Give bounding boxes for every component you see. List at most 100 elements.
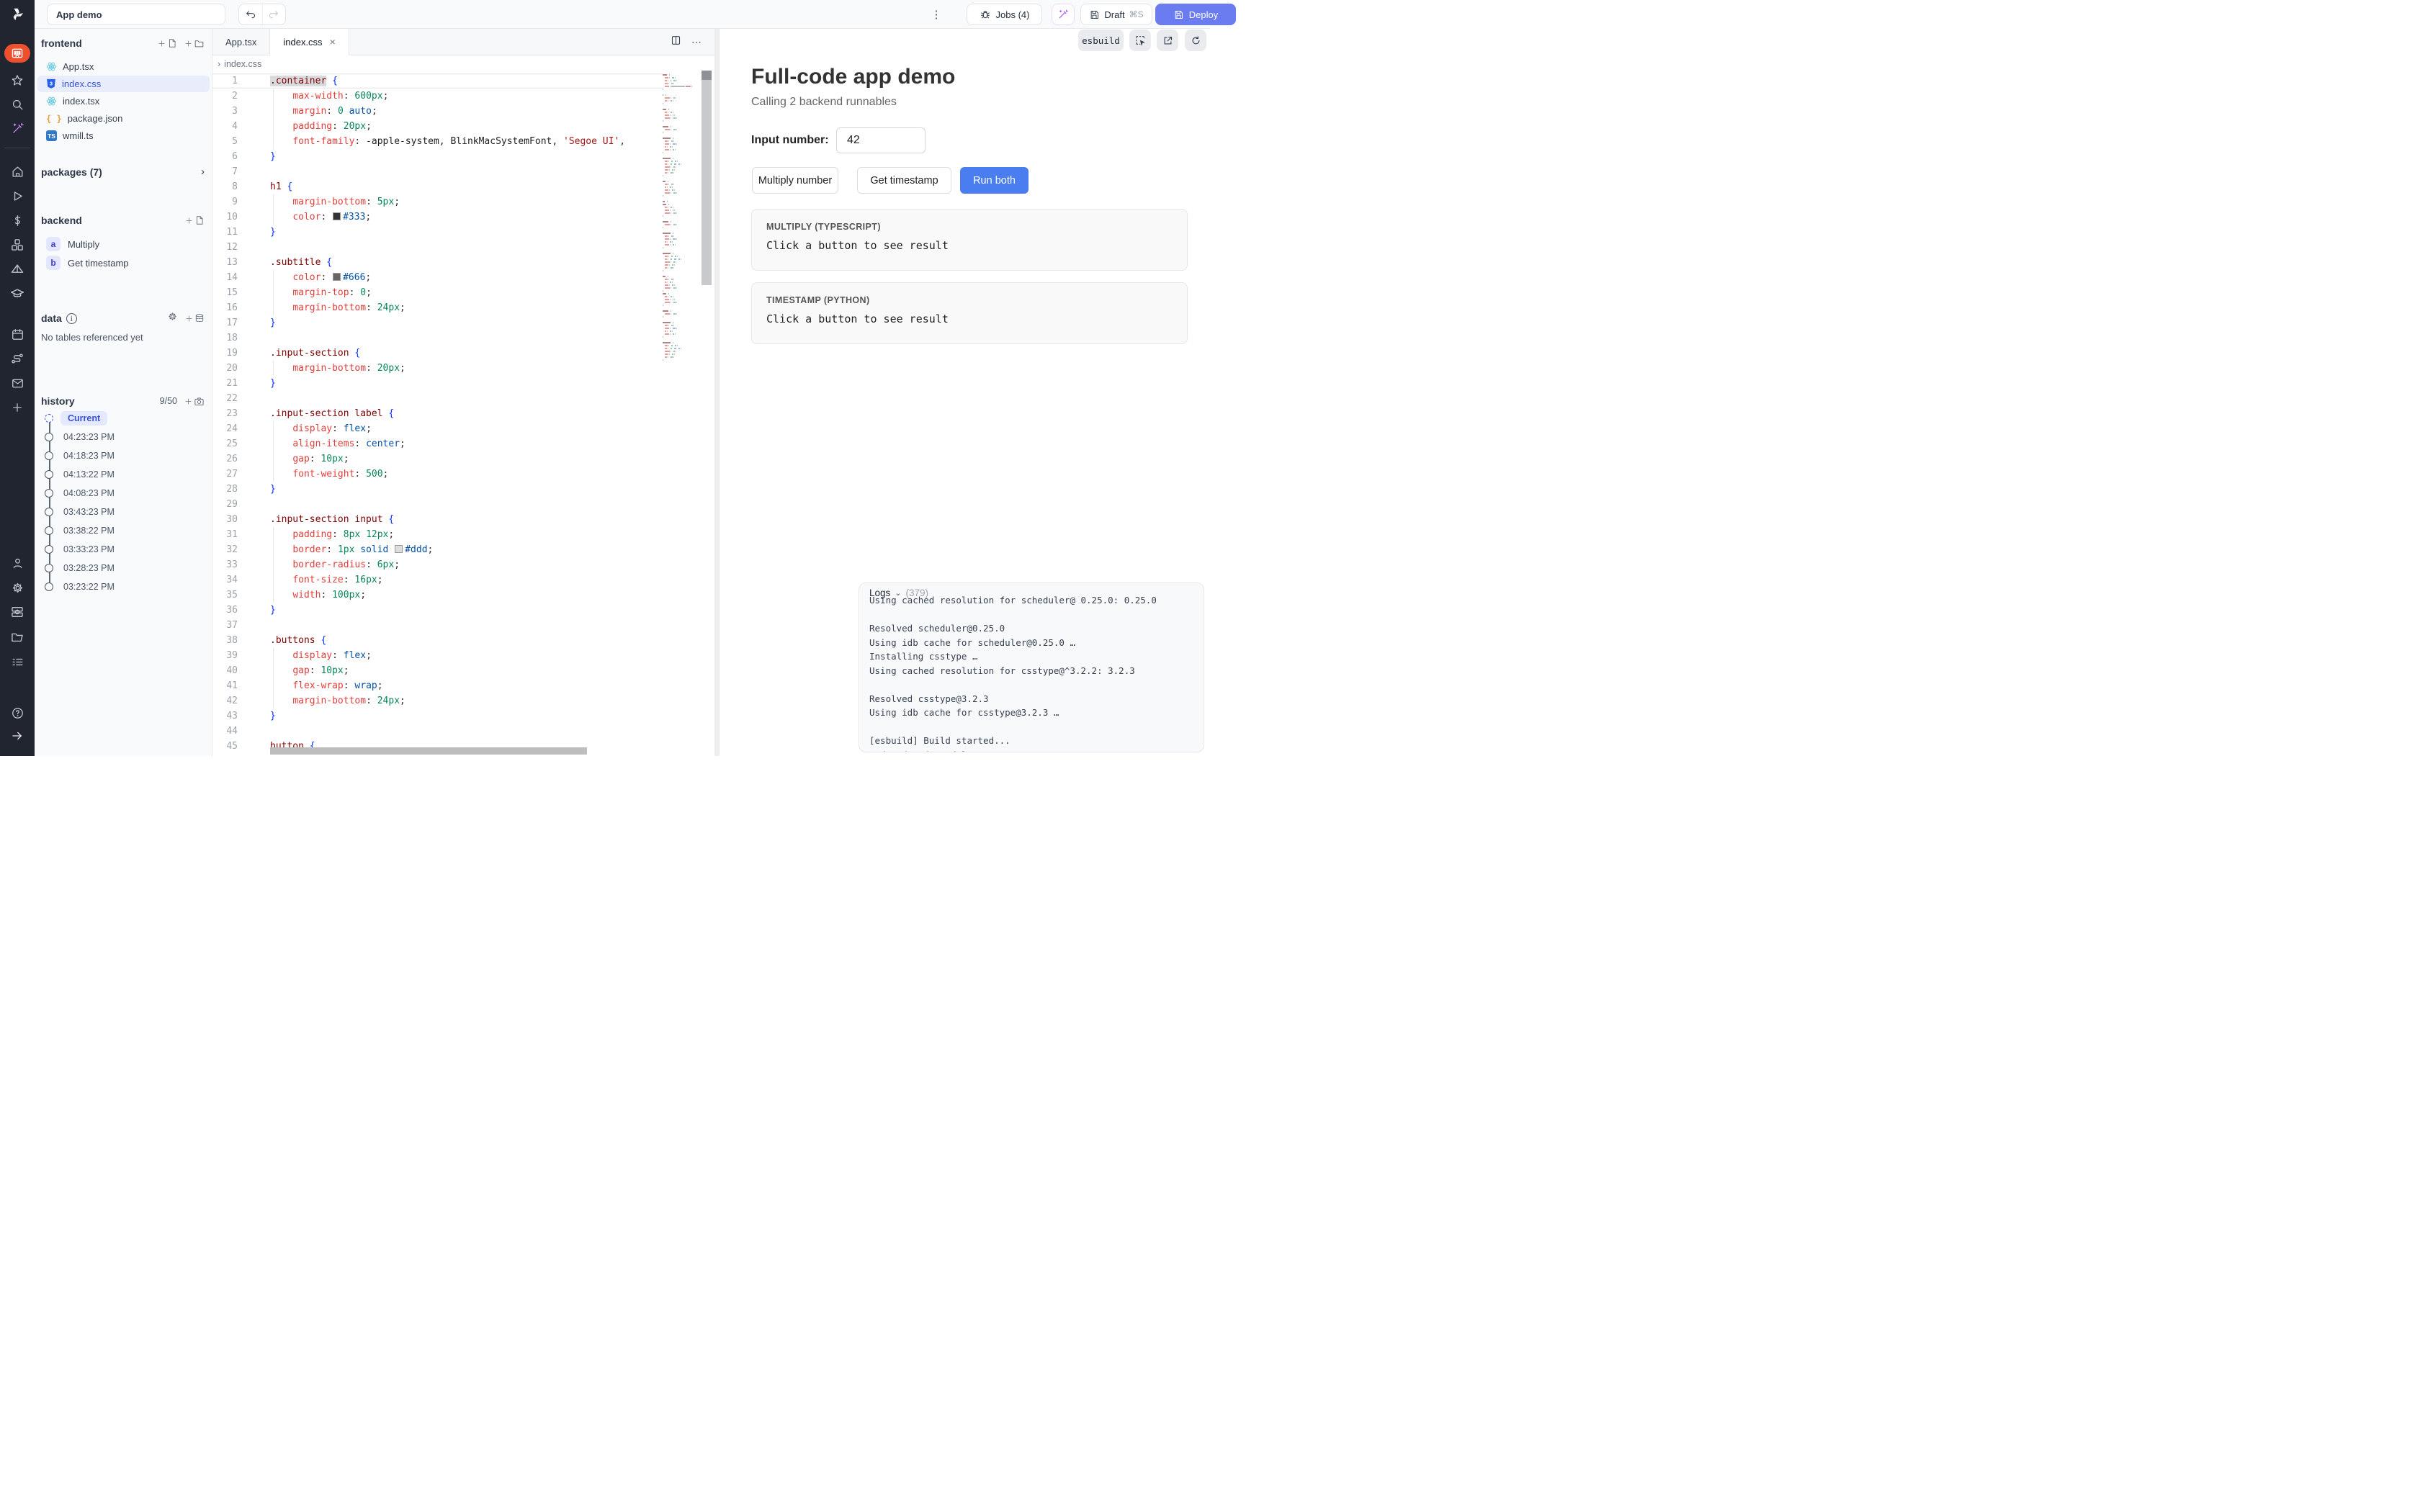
tab-app-tsx[interactable]: App.tsx bbox=[212, 29, 269, 55]
expand-arrow-icon[interactable] bbox=[0, 727, 35, 744]
data-empty-text: No tables referenced yet bbox=[41, 332, 143, 343]
file-item-package.json[interactable]: { }package.json bbox=[37, 110, 210, 127]
app-editor-active-icon[interactable] bbox=[0, 45, 35, 62]
file-item-wmill.ts[interactable]: TSwmill.ts bbox=[37, 127, 210, 144]
settings-gear-icon[interactable] bbox=[0, 579, 35, 596]
history-entry[interactable]: 03:38:22 PM bbox=[63, 526, 115, 536]
history-current-pill[interactable]: Current bbox=[60, 411, 107, 426]
more-menu-icon[interactable]: ⋮ bbox=[929, 4, 944, 25]
ai-assistant-button[interactable] bbox=[1052, 4, 1075, 25]
history-entry[interactable]: 04:18:23 PM bbox=[63, 451, 115, 461]
draft-save-button[interactable]: Draft⌘S bbox=[1080, 4, 1152, 25]
minimap[interactable] bbox=[663, 73, 700, 390]
history-node-current-icon[interactable] bbox=[45, 414, 53, 423]
run-both-button[interactable]: Run both bbox=[960, 167, 1028, 194]
windmill-logo-icon[interactable] bbox=[0, 6, 35, 23]
inspect-select-icon[interactable] bbox=[1129, 30, 1151, 51]
code-line: 16 margin-bottom: 24px; bbox=[212, 300, 663, 315]
history-entry[interactable]: 03:43:23 PM bbox=[63, 507, 115, 517]
history-node-icon[interactable] bbox=[45, 433, 53, 441]
add-runnable-button[interactable] bbox=[185, 215, 205, 225]
breadcrumb[interactable]: ›index.css bbox=[218, 55, 261, 72]
history-entry[interactable]: 03:28:23 PM bbox=[63, 563, 115, 573]
deploy-button[interactable]: Deploy bbox=[1155, 4, 1236, 25]
redo-button[interactable] bbox=[262, 4, 285, 24]
history-node-icon[interactable] bbox=[45, 545, 53, 554]
packages-section-header[interactable]: packages (7) › bbox=[41, 166, 205, 178]
close-tab-icon[interactable]: × bbox=[330, 36, 336, 48]
input-number-field[interactable] bbox=[836, 127, 926, 153]
chevron-right-icon[interactable]: › bbox=[201, 166, 205, 178]
learn-cap-icon[interactable] bbox=[0, 285, 35, 302]
pane-splitter[interactable] bbox=[714, 29, 720, 756]
user-icon[interactable] bbox=[0, 554, 35, 572]
multiply-number-button[interactable]: Multiply number bbox=[752, 167, 838, 194]
info-icon: i bbox=[66, 313, 77, 324]
history-node-icon[interactable] bbox=[45, 489, 53, 498]
code-text: color: #333; bbox=[270, 210, 371, 225]
logs-count: (379) bbox=[906, 588, 929, 598]
file-item-App.tsx[interactable]: App.tsx bbox=[37, 58, 210, 75]
file-item-index.tsx[interactable]: index.tsx bbox=[37, 93, 210, 109]
resources-blocks-icon[interactable] bbox=[0, 236, 35, 253]
add-table-button[interactable] bbox=[185, 313, 205, 323]
history-node-icon[interactable] bbox=[45, 451, 53, 460]
line-number: 31 bbox=[212, 527, 238, 542]
workers-icon[interactable] bbox=[0, 603, 35, 621]
flows-route-icon[interactable] bbox=[0, 350, 35, 367]
logs-output[interactable]: Using cached resolution for scheduler@ 0… bbox=[859, 593, 1204, 752]
home-icon[interactable] bbox=[0, 163, 35, 180]
history-entry[interactable]: 04:08:23 PM bbox=[63, 488, 115, 498]
chevron-down-icon[interactable]: ⌄ bbox=[895, 588, 901, 598]
code-line: 10 color: #333; bbox=[212, 210, 663, 225]
open-external-icon[interactable] bbox=[1157, 30, 1178, 51]
history-node-icon[interactable] bbox=[45, 564, 53, 572]
search-icon[interactable] bbox=[0, 96, 35, 113]
add-file-button[interactable] bbox=[158, 38, 177, 48]
variables-dollar-icon[interactable] bbox=[0, 212, 35, 229]
history-entry[interactable]: 03:23:22 PM bbox=[63, 582, 115, 592]
file-item-index.css[interactable]: 3index.css bbox=[37, 76, 210, 92]
add-snapshot-button[interactable] bbox=[184, 396, 205, 407]
add-plus-icon[interactable] bbox=[0, 399, 35, 416]
react-icon bbox=[46, 96, 57, 107]
minimap-line bbox=[663, 330, 700, 332]
code-line: 21} bbox=[212, 376, 663, 391]
tab-index-css[interactable]: index.css× bbox=[269, 29, 349, 55]
refresh-icon[interactable] bbox=[1185, 30, 1206, 51]
mail-icon[interactable] bbox=[0, 374, 35, 392]
backend-item-multiply[interactable]: aMultiply bbox=[46, 235, 99, 253]
folders-icon[interactable] bbox=[0, 629, 35, 646]
favorites-star-icon[interactable] bbox=[0, 72, 35, 89]
get-timestamp-button[interactable]: Get timestamp bbox=[857, 167, 951, 194]
jobs-button[interactable]: Jobs (4) bbox=[967, 4, 1042, 25]
vertical-scrollbar[interactable] bbox=[702, 71, 712, 285]
history-entry[interactable]: 04:13:22 PM bbox=[63, 469, 115, 480]
history-entry[interactable]: 04:23:23 PM bbox=[63, 432, 115, 442]
history-node-icon[interactable] bbox=[45, 526, 53, 535]
data-settings-gear-icon[interactable] bbox=[167, 311, 178, 325]
code-line: 42 margin-bottom: 24px; bbox=[212, 693, 663, 708]
history-node-icon[interactable] bbox=[45, 470, 53, 479]
undo-button[interactable] bbox=[239, 4, 262, 24]
audit-list-icon[interactable] bbox=[0, 653, 35, 670]
minimap-line bbox=[663, 233, 700, 234]
minimap-line bbox=[663, 181, 700, 182]
split-editor-icon[interactable] bbox=[671, 35, 681, 50]
app-name-input[interactable] bbox=[47, 4, 225, 25]
logs-title[interactable]: Logs bbox=[869, 588, 890, 598]
history-node-icon[interactable] bbox=[45, 582, 53, 591]
code-area[interactable]: 1.container {2 max-width: 600px;3 margin… bbox=[212, 73, 663, 756]
editor-more-icon[interactable]: ⋯ bbox=[691, 36, 702, 48]
history-node-icon[interactable] bbox=[45, 508, 53, 516]
calendar-icon[interactable] bbox=[0, 325, 35, 343]
schedules-pyramid-icon[interactable] bbox=[0, 261, 35, 278]
runs-play-icon[interactable] bbox=[0, 187, 35, 204]
add-folder-button[interactable] bbox=[184, 38, 205, 49]
history-entry[interactable]: 03:33:23 PM bbox=[63, 544, 115, 554]
backend-item-get-timestamp[interactable]: bGet timestamp bbox=[46, 254, 129, 271]
minimap-line bbox=[663, 244, 700, 246]
help-icon[interactable] bbox=[0, 704, 35, 721]
ai-wand-icon[interactable] bbox=[0, 120, 35, 137]
horizontal-scrollbar[interactable] bbox=[270, 747, 587, 755]
